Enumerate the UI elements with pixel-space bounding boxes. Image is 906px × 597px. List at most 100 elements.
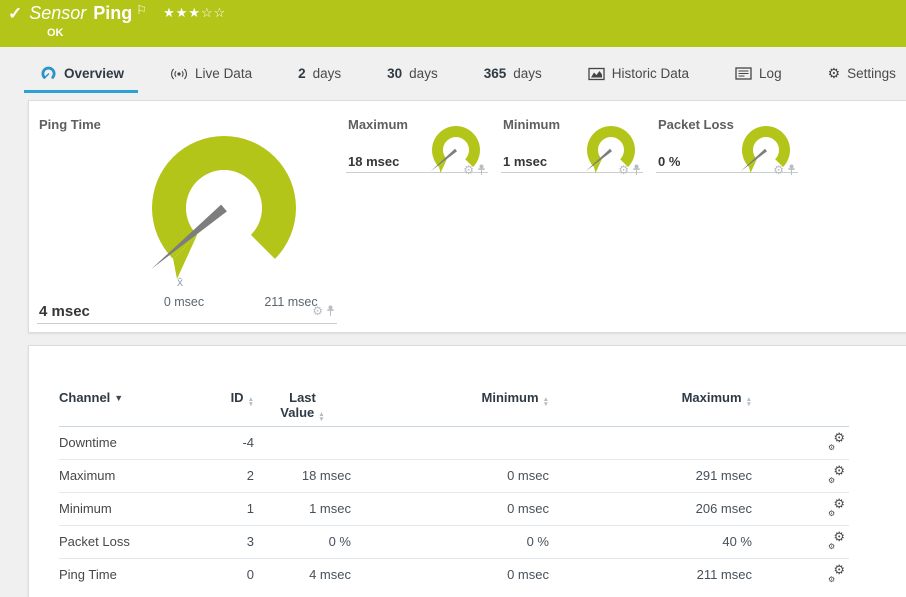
table-row-packet-loss: Packet Loss 3 0 % 0 % 40 % ⚙⚙ [59,525,849,558]
edit-channel-icon[interactable]: ⚙⚙ [828,565,845,581]
overview-gauges-panel: Ping Time x̄ 0 msec 211 msec 4 msec ⚙ Ma [28,100,906,333]
primary-gauge-block: Ping Time x̄ 0 msec 211 msec 4 msec ⚙ [37,109,337,324]
sort-desc-icon: ▼ [114,393,123,403]
pin-icon[interactable] [326,305,335,317]
channel-name[interactable]: Packet Loss [59,525,209,558]
edit-channel-icon[interactable]: ⚙⚙ [828,532,845,548]
gear-icon[interactable]: ⚙ [773,165,784,175]
tab-label: Live Data [195,66,252,81]
column-header-edit [752,376,849,426]
tab-overview[interactable]: Overview [40,47,124,100]
tab-number: 30 [387,66,402,81]
pin-icon[interactable] [632,164,641,176]
ping-time-gauge [144,128,304,288]
stars-empty[interactable]: ☆☆ [201,5,226,20]
column-header-channel[interactable]: Channel ▼ [59,376,209,426]
channel-table: Channel ▼ ID ▲▼ Last Value ▲▼ Minimum ▲▼ Max… [59,376,849,591]
edit-channel-icon[interactable]: ⚙⚙ [828,433,845,449]
column-label: Last [289,390,316,405]
pin-icon[interactable] [477,164,486,176]
channel-maximum: 211 msec [549,558,752,591]
mini-gauge-maximum: Maximum 18 msec ⚙ [346,109,488,173]
gauge-scale-min: 0 msec [144,295,224,309]
column-header-maximum[interactable]: Maximum ▲▼ [549,376,752,426]
log-list-icon [735,67,752,80]
channel-maximum: 40 % [549,525,752,558]
channel-name[interactable]: Ping Time [59,558,209,591]
pin-icon[interactable] [787,164,796,176]
status-ok-check-icon: ✓ [8,4,22,24]
sort-icon: ▲▼ [318,412,324,422]
sensor-header: ✓ Sensor Ping ⚐ ★★★☆☆ OK [0,0,906,47]
tab-settings[interactable]: ⚙ Settings [828,47,896,100]
sort-icon: ▲▼ [543,397,549,407]
gauge-title: Maximum [348,117,408,132]
gauge-title: Minimum [503,117,560,132]
gear-icon: ⚙ [828,65,841,82]
channel-last-value [254,426,351,459]
edit-channel-icon[interactable]: ⚙⚙ [828,466,845,482]
tab-label: Overview [64,66,124,81]
tab-365-days[interactable]: 365 days [484,47,542,100]
sort-icon: ▲▼ [248,397,254,407]
gauge-title: Ping Time [39,117,101,132]
channel-table-panel: Channel ▼ ID ▲▼ Last Value ▲▼ Minimum ▲▼ Max… [28,345,906,597]
table-row-minimum: Minimum 1 1 msec 0 msec 206 msec ⚙⚙ [59,492,849,525]
channel-last-value: 4 msec [254,558,351,591]
tab-number: 365 [484,66,507,81]
column-label: Channel [59,390,110,405]
channel-name[interactable]: Maximum [59,459,209,492]
tab-label: days [409,66,438,81]
tab-historic-data[interactable]: Historic Data [588,47,689,100]
area-chart-icon [588,67,605,81]
tab-label: Log [759,66,782,81]
channel-name[interactable]: Downtime [59,426,209,459]
column-label: Minimum [482,390,539,405]
table-row-maximum: Maximum 2 18 msec 0 msec 291 msec ⚙⚙ [59,459,849,492]
mini-gauge-minimum: Minimum 1 msec ⚙ [501,109,643,173]
table-row-downtime: Downtime -4 ⚙⚙ [59,426,849,459]
column-label: Value [280,405,314,420]
sensor-name: Ping [93,3,132,24]
mini-gauge-packet-loss: Packet Loss 0 % ⚙ [656,109,798,173]
tab-label: days [513,66,542,81]
column-header-last-value[interactable]: Last Value ▲▼ [254,376,351,426]
channel-last-value: 18 msec [254,459,351,492]
edit-channel-icon[interactable]: ⚙⚙ [828,499,845,515]
channel-minimum: 0 msec [351,558,549,591]
tab-label: Historic Data [612,66,689,81]
channel-maximum [549,426,752,459]
gear-icon[interactable]: ⚙ [463,165,474,175]
channel-id: 0 [209,558,254,591]
channel-maximum: 206 msec [549,492,752,525]
channel-id: 2 [209,459,254,492]
mean-marker: x̄ [177,275,183,289]
priority-flag-icon[interactable]: ⚐ [136,3,147,17]
tab-2-days[interactable]: 2 days [298,47,341,100]
tab-label: days [313,66,342,81]
channel-maximum: 291 msec [549,459,752,492]
object-kind-label: Sensor [29,3,86,24]
table-row-ping-time: Ping Time 0 4 msec 0 msec 211 msec ⚙⚙ [59,558,849,591]
channel-name[interactable]: Minimum [59,492,209,525]
tab-30-days[interactable]: 30 days [387,47,438,100]
tab-live-data[interactable]: Live Data [170,47,252,100]
column-label: ID [231,390,244,405]
gauge-value: 1 msec [503,154,547,169]
gear-icon[interactable]: ⚙ [312,306,323,316]
table-header-row: Channel ▼ ID ▲▼ Last Value ▲▼ Minimum ▲▼ Max… [59,376,849,426]
priority-stars[interactable]: ★★★☆☆ [163,5,226,21]
channel-id: 1 [209,492,254,525]
column-header-id[interactable]: ID ▲▼ [209,376,254,426]
sensor-status-badge: OK [47,27,64,39]
gauge-value: 4 msec [39,303,90,320]
gear-icon[interactable]: ⚙ [618,165,629,175]
tab-log[interactable]: Log [735,47,782,100]
channel-minimum: 0 msec [351,459,549,492]
sort-icon: ▲▼ [746,397,752,407]
column-label: Maximum [682,390,742,405]
tab-label: Settings [847,66,896,81]
live-broadcast-icon [170,67,188,81]
stars-filled[interactable]: ★★★ [163,5,201,20]
column-header-minimum[interactable]: Minimum ▲▼ [351,376,549,426]
